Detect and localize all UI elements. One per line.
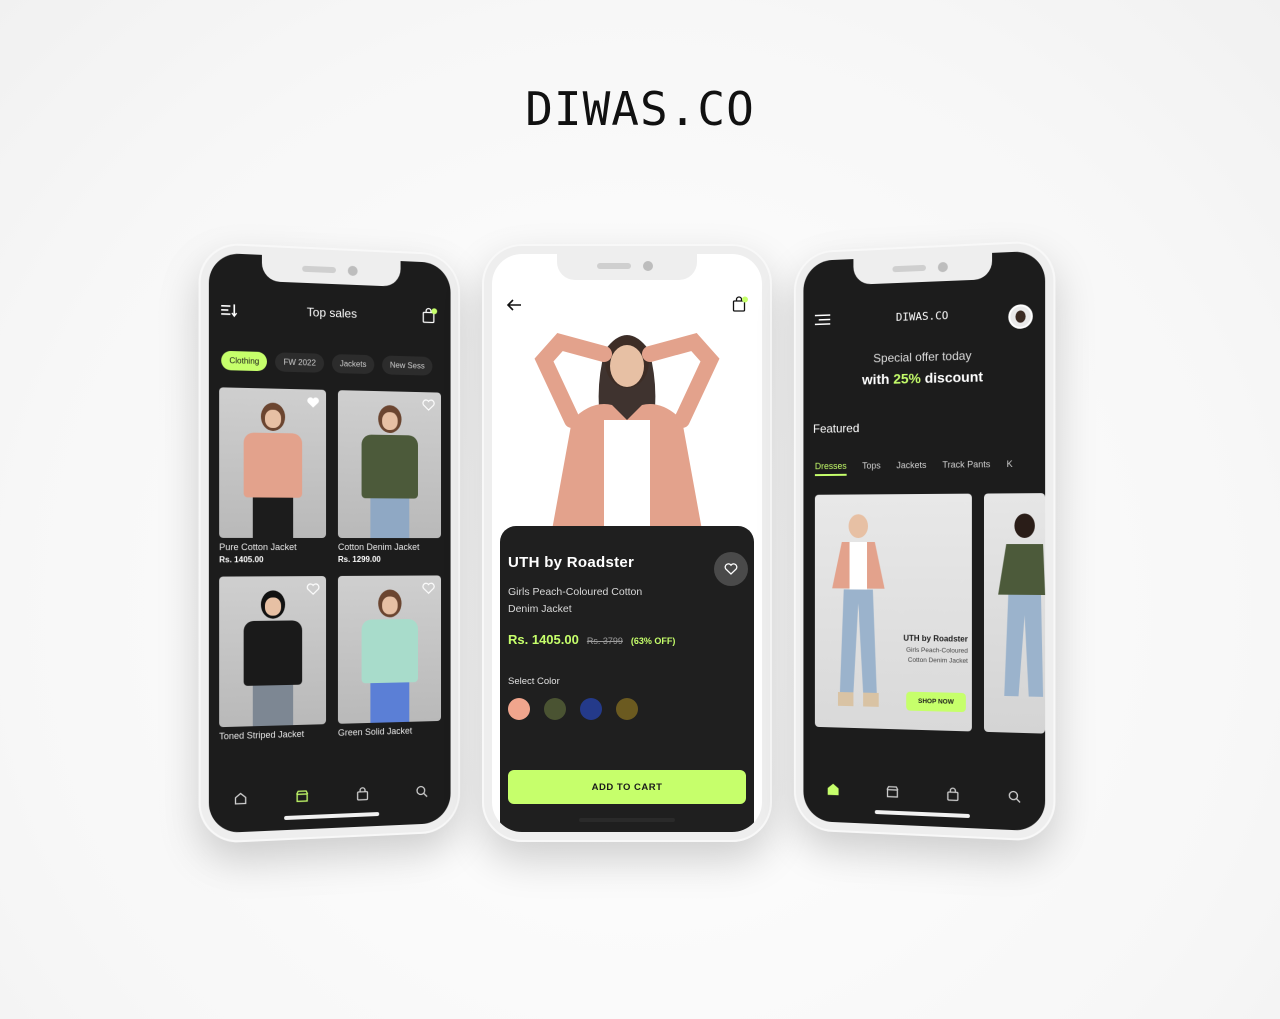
cart-bag-icon[interactable] bbox=[732, 296, 748, 312]
banner-description: Girls Peach-Coloured Cotton Denim Jacket bbox=[906, 646, 968, 665]
phone-home: DIWAS.CO Special offer today with 25% di… bbox=[793, 239, 1056, 843]
screen-top-sales: Top sales Clothing FW 2022 Jackets New S… bbox=[208, 252, 451, 834]
color-swatch-mustard[interactable] bbox=[616, 698, 638, 720]
product-price: Rs. 1405.00 bbox=[219, 555, 264, 565]
shop-now-button[interactable]: SHOP NOW bbox=[906, 691, 966, 713]
product-image bbox=[219, 387, 327, 538]
price-current: Rs. 1405.00 bbox=[508, 632, 579, 647]
bottom-nav bbox=[803, 781, 1045, 805]
discount-label: (63% OFF) bbox=[630, 636, 676, 646]
featured-heading: Featured bbox=[812, 421, 860, 436]
cart-bag-icon[interactable] bbox=[422, 307, 438, 323]
product-sheet: UTH by Roadster Girls Peach-Coloured Cot… bbox=[500, 526, 754, 832]
banner-title: UTH by Roadster bbox=[903, 633, 968, 644]
select-color-label: Select Color bbox=[508, 676, 560, 687]
search-icon[interactable] bbox=[415, 784, 428, 798]
color-swatch-olive[interactable] bbox=[544, 698, 566, 720]
bottom-nav bbox=[209, 783, 451, 807]
product-image bbox=[219, 576, 327, 728]
model-illustration bbox=[832, 514, 885, 707]
tab-tops[interactable]: Tops bbox=[862, 461, 881, 476]
store-icon[interactable] bbox=[885, 785, 899, 799]
page-title: Top sales bbox=[306, 305, 357, 321]
product-card[interactable]: Cotton Denim Jacket Rs. 1299.00 bbox=[337, 390, 442, 564]
search-icon[interactable] bbox=[1007, 789, 1021, 804]
tab-track-pants[interactable]: Track Pants bbox=[942, 459, 990, 475]
bag-icon[interactable] bbox=[355, 787, 369, 801]
offer-line: Special offer today bbox=[873, 348, 972, 366]
home-icon[interactable] bbox=[233, 791, 247, 806]
product-title: UTH by Roadster bbox=[508, 554, 635, 571]
product-image bbox=[337, 575, 442, 724]
product-name: Pure Cotton Jacket bbox=[219, 541, 297, 553]
screen-product-detail: UTH by Roadster Girls Peach-Coloured Cot… bbox=[492, 254, 762, 832]
product-hero-image bbox=[492, 320, 762, 540]
chip-fw-2022[interactable]: FW 2022 bbox=[275, 352, 324, 373]
product-description: Girls Peach-Coloured Cotton Denim Jacket bbox=[508, 586, 643, 615]
product-grid: Pure Cotton Jacket Rs. 1405.00 Cotton De… bbox=[219, 387, 442, 742]
home-indicator bbox=[874, 810, 970, 819]
home-indicator bbox=[579, 818, 675, 822]
avatar[interactable] bbox=[1008, 303, 1033, 330]
heart-icon[interactable] bbox=[306, 582, 320, 596]
mockup-stage: DIWAS.CO Top sales Clothing FW 2022 Jack… bbox=[0, 0, 1280, 1019]
product-name: Green Solid Jacket bbox=[337, 725, 413, 738]
heart-icon[interactable] bbox=[422, 398, 435, 412]
product-name: Toned Striped Jacket bbox=[219, 728, 305, 742]
chip-clothing[interactable]: Clothing bbox=[221, 350, 268, 372]
tab-dresses[interactable]: Dresses bbox=[814, 460, 847, 477]
price-original: Rs. 3799 bbox=[586, 636, 623, 646]
top-bar: Top sales bbox=[209, 297, 451, 330]
category-chips: Clothing FW 2022 Jackets New Sess bbox=[221, 350, 433, 376]
tab-jackets[interactable]: Jackets bbox=[896, 460, 926, 475]
tab-more[interactable]: K bbox=[1007, 459, 1013, 474]
add-to-cart-button[interactable]: ADD TO CART bbox=[508, 770, 746, 804]
heart-icon[interactable] bbox=[422, 581, 435, 595]
heart-icon bbox=[724, 563, 738, 575]
product-price: Rs. 1299.00 bbox=[337, 554, 381, 564]
product-card[interactable]: Toned Striped Jacket bbox=[219, 576, 327, 742]
product-card[interactable]: Pure Cotton Jacket Rs. 1405.00 bbox=[219, 387, 327, 565]
chip-new-season[interactable]: New Sess bbox=[382, 355, 433, 376]
chip-jackets[interactable]: Jackets bbox=[331, 353, 375, 375]
price-row: Rs. 1405.00 Rs. 3799 (63% OFF) bbox=[508, 632, 675, 647]
screen-home: DIWAS.CO Special offer today with 25% di… bbox=[803, 250, 1046, 832]
notch bbox=[261, 254, 401, 287]
featured-banner-next[interactable] bbox=[983, 493, 1046, 734]
product-card[interactable]: Green Solid Jacket bbox=[337, 575, 442, 738]
phone-top-sales: Top sales Clothing FW 2022 Jackets New S… bbox=[198, 241, 461, 845]
notch bbox=[557, 254, 697, 280]
bag-icon[interactable] bbox=[945, 787, 959, 802]
phone-product-detail: UTH by Roadster Girls Peach-Coloured Cot… bbox=[482, 244, 772, 842]
heart-icon[interactable] bbox=[306, 395, 320, 409]
color-swatches bbox=[508, 698, 638, 720]
category-tabs: Dresses Tops Jackets Track Pants K bbox=[814, 459, 1013, 477]
product-image bbox=[337, 390, 442, 539]
store-icon[interactable] bbox=[295, 789, 309, 804]
home-icon[interactable] bbox=[826, 782, 839, 796]
color-swatch-peach[interactable] bbox=[508, 698, 530, 720]
favorite-button[interactable] bbox=[714, 552, 748, 586]
featured-banner[interactable]: UTH by Roadster Girls Peach-Coloured Cot… bbox=[814, 493, 972, 732]
model-illustration bbox=[998, 513, 1046, 697]
home-indicator bbox=[284, 812, 380, 821]
offer-discount: with 25% discount bbox=[862, 368, 984, 388]
back-arrow-icon[interactable] bbox=[506, 298, 522, 312]
notch bbox=[853, 252, 993, 285]
model-illustration bbox=[534, 332, 720, 530]
brand-title: DIWAS.CO bbox=[525, 82, 755, 136]
product-name: Cotton Denim Jacket bbox=[337, 542, 420, 552]
color-swatch-navy[interactable] bbox=[580, 698, 602, 720]
